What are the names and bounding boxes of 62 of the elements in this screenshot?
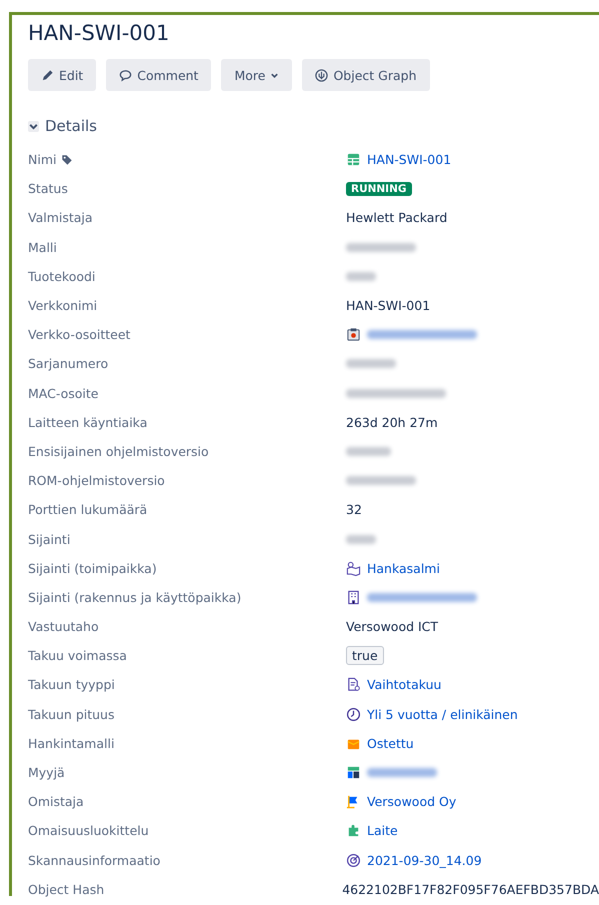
field-label: Sijainti (rakennus ja käyttöpaikka) <box>28 590 242 605</box>
field-label: MAC-osoite <box>28 386 98 401</box>
pencil-icon <box>41 68 54 82</box>
section-title: Details <box>45 117 98 135</box>
redacted-link[interactable] <box>367 330 477 340</box>
redacted-value <box>346 242 416 252</box>
field-label: Valmistaja <box>28 210 93 226</box>
field-label: Ensisijainen ohjelmistoversio <box>28 444 209 459</box>
value-link[interactable]: Laite <box>367 823 398 838</box>
field-value: Versowood ICT <box>346 619 438 634</box>
field-label: Status <box>28 181 68 196</box>
field-label: Sijainti (toimipaikka) <box>28 560 157 576</box>
field-value: Hewlett Packard <box>346 210 448 226</box>
redacted-value <box>346 272 376 281</box>
redacted-link[interactable] <box>367 592 477 602</box>
value-link[interactable]: Yli 5 vuotta / elinikäinen <box>367 706 518 722</box>
field-label: Tuotekoodi <box>28 268 96 284</box>
value-link[interactable]: Hankasalmi <box>367 560 440 576</box>
more-dropdown[interactable]: More <box>221 59 292 91</box>
value-link[interactable]: Versowood Oy <box>367 794 456 810</box>
field-label: Skannausinformaatio <box>28 852 160 868</box>
field-value: HAN-SWI-001 <box>346 298 430 314</box>
edit-button[interactable]: Edit <box>28 59 96 91</box>
field-label: Myyjä <box>28 765 65 780</box>
field-label: Vastuutaho <box>28 619 99 634</box>
redacted-value <box>346 476 416 486</box>
comment-icon <box>119 68 132 82</box>
graph-icon <box>315 68 328 82</box>
field-label: Nimi <box>28 152 56 168</box>
redacted-value <box>346 446 391 456</box>
chevron-icon[interactable] <box>28 120 39 132</box>
value-link[interactable]: HAN-SWI-001 <box>367 152 452 168</box>
status-lozenge: RUNNING <box>346 182 412 196</box>
field-label: Takuun pituus <box>28 706 114 722</box>
field-label: Takuun tyyppi <box>28 677 115 692</box>
field-value: 4622102BF17F82F095F76AEFBD357BDA <box>342 882 599 897</box>
value-link[interactable]: Ostettu <box>367 736 414 751</box>
field-label: Laitteen käyntiaika <box>28 414 148 430</box>
redacted-value <box>346 359 396 368</box>
field-label: Takuu voimassa <box>28 648 127 664</box>
value-link[interactable]: 2021-09-30_14.09 <box>367 852 482 868</box>
field-label: Malli <box>28 240 57 255</box>
page-title: HAN-SWI-001 <box>28 21 170 45</box>
field-label: Omistaja <box>28 794 84 810</box>
field-label: Hankintamalli <box>28 736 114 751</box>
boolean-tag: true <box>346 646 384 666</box>
field-label: Omaisuusluokittelu <box>28 823 149 838</box>
field-label: Object Hash <box>28 882 104 897</box>
field-value: 263d 20h 27m <box>346 414 438 430</box>
field-label: Verkkonimi <box>28 298 98 314</box>
field-value: 32 <box>346 502 362 518</box>
field-label: Sarjanumero <box>28 356 108 372</box>
field-label: Porttien lukumäärä <box>28 502 148 518</box>
caret-icon <box>270 70 280 80</box>
field-label: ROM-ohjelmistoversio <box>28 473 165 488</box>
graph-button[interactable]: Object Graph <box>302 59 430 91</box>
redacted-value <box>346 534 376 544</box>
field-label: Sijainti <box>28 532 70 547</box>
field-label: Verkko-osoitteet <box>28 327 130 342</box>
comment-button[interactable]: Comment <box>106 59 212 91</box>
value-link[interactable]: Vaihtotakuu <box>367 677 442 692</box>
redacted-link[interactable] <box>367 768 437 778</box>
